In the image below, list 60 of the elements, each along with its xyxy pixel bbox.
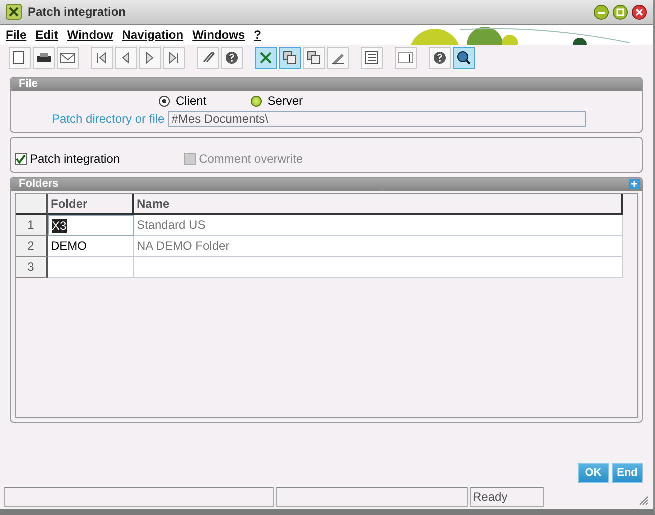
close-icon[interactable] [632,4,647,20]
app-logo-icon [6,4,22,20]
copy-button[interactable] [279,47,301,69]
section-header: File [11,78,642,91]
radio-option[interactable]: Server [250,94,304,108]
search-button[interactable] [453,47,475,69]
copy-icon [306,50,322,66]
minimize-icon[interactable] [594,4,609,20]
row-number: 2 [16,236,48,257]
table-cell[interactable] [48,257,134,278]
radio-option[interactable]: Client [159,94,207,108]
radio-icon[interactable] [250,96,262,106]
help-icon [432,50,448,66]
menu-item[interactable]: ? [254,28,262,42]
path-field[interactable]: #Mes Documents\ [168,111,586,127]
window-title: Patch integration [28,5,126,19]
expand-icon[interactable] [629,179,640,189]
last-button[interactable] [163,47,185,69]
help-button[interactable] [429,47,451,69]
table-cell[interactable]: NA DEMO Folder [134,236,623,257]
row-number: 1 [16,215,48,236]
menu-item[interactable]: Navigation [122,28,184,42]
paperclip-button[interactable] [197,47,219,69]
table-cell[interactable]: X3 [48,215,134,236]
checkbox-label: Comment overwrite [199,152,304,166]
scissors-button[interactable] [255,47,277,69]
copy-icon [282,50,298,66]
status-text: Ready [470,487,544,507]
resize-grip-icon[interactable] [639,496,649,506]
list-button[interactable] [361,47,383,69]
radio-label: Server [268,94,304,108]
checkbox[interactable] [15,153,27,165]
page-button[interactable] [9,47,31,69]
menu-item[interactable]: Edit [36,28,58,42]
list-icon [364,50,380,66]
checkbox-label: Patch integration [30,152,120,166]
next-button[interactable] [139,47,161,69]
previous-button[interactable] [115,47,137,69]
table-cell[interactable]: Standard US [134,215,623,236]
printer-button[interactable] [33,47,55,69]
menu-item[interactable]: Window [67,28,114,42]
pen-button[interactable] [327,47,349,69]
text-icon [398,50,414,66]
row-number: 3 [16,257,48,278]
first-button[interactable] [91,47,113,69]
copy-button[interactable] [303,47,325,69]
radio-label: Client [176,94,207,108]
help-button[interactable] [221,47,243,69]
envelope-button[interactable] [57,47,79,69]
field-label: Patch directory or file [52,112,165,126]
table-cell[interactable]: DEMO [48,236,134,257]
maximize-icon[interactable] [613,4,628,20]
help-icon [224,50,240,66]
text-button[interactable] [395,47,417,69]
section-header: Folders [11,178,642,191]
menu-item[interactable]: Windows [192,28,246,42]
radio-icon[interactable] [159,96,170,106]
search-icon [456,50,472,66]
table-cell[interactable] [134,257,623,278]
menu-item[interactable]: File [6,28,27,42]
